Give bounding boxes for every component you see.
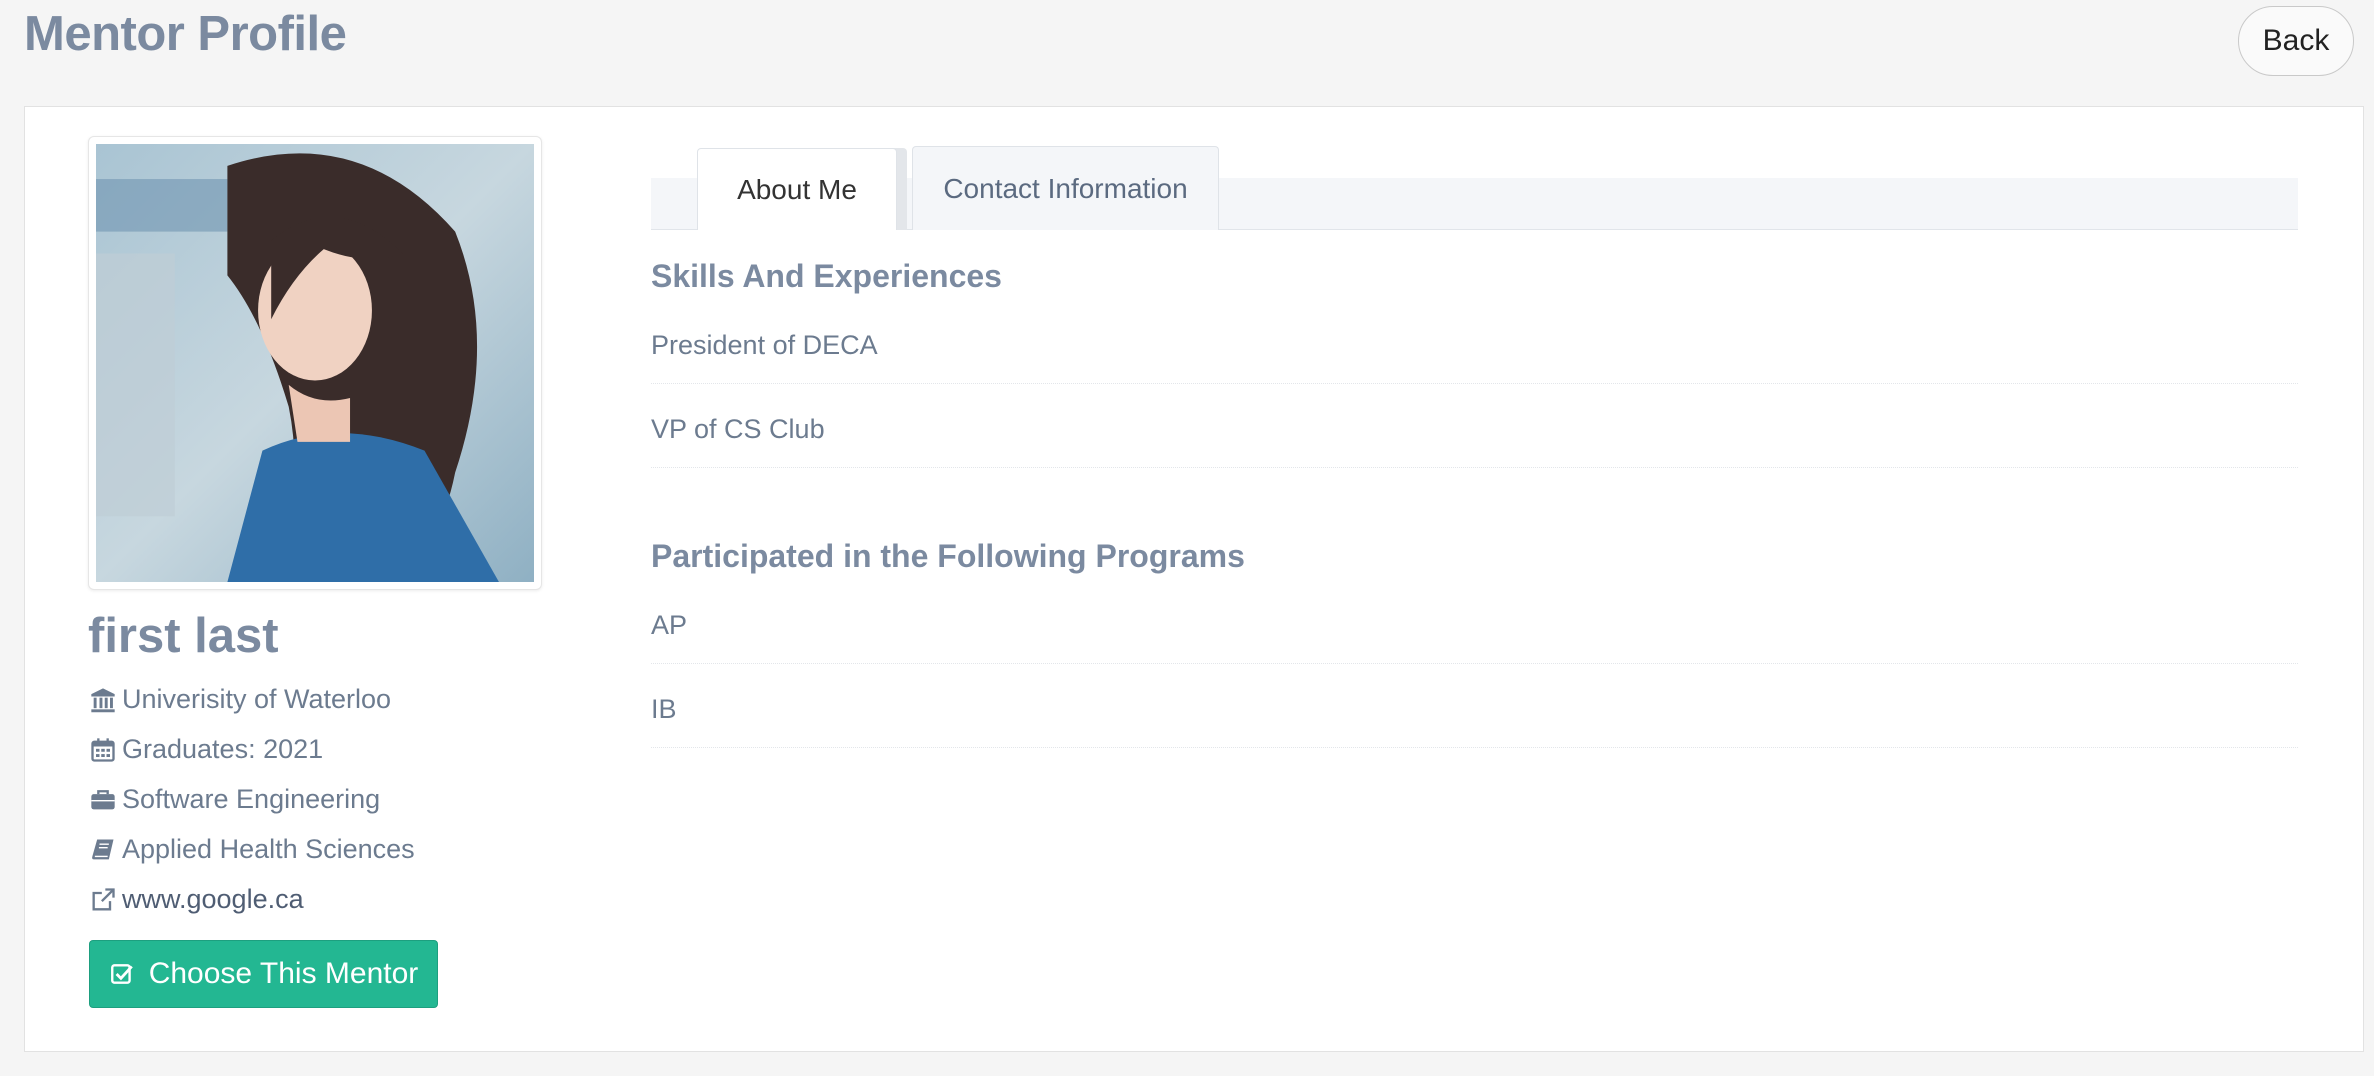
website-row[interactable]: www.google.ca [88,884,304,915]
skills-heading: Skills And Experiences [651,258,1002,294]
graduates-text: Graduates: 2021 [122,734,324,764]
profile-photo [88,136,542,590]
graduates-row: Graduates: 2021 [88,734,323,765]
university-row: Univerisity of Waterloo [88,684,391,715]
check-square-icon [109,961,135,987]
choose-mentor-button[interactable]: Choose This Mentor [89,940,438,1008]
external-link-icon [88,885,118,915]
calendar-icon [88,735,118,765]
back-button[interactable]: Back [2238,6,2354,76]
institution-icon [88,685,118,715]
programs-heading: Participated in the Following Programs [651,538,1245,574]
program-row: Software Engineering [88,784,380,815]
program-item: IB [651,694,2298,748]
tab-contact-information[interactable]: Contact Information [912,146,1219,230]
tab-about-me[interactable]: About Me [697,148,897,230]
university-text: Univerisity of Waterloo [122,684,392,714]
program-text: Software Engineering [122,784,381,814]
page-title: Mentor Profile [24,7,347,61]
skill-item: President of DECA [651,330,2298,384]
website-link[interactable]: www.google.ca [122,884,304,915]
mentor-name: first last [88,609,279,663]
faculty-text: Applied Health Sciences [122,834,415,864]
choose-mentor-label: Choose This Mentor [148,957,419,990]
briefcase-icon [88,785,118,815]
program-item: AP [651,610,2298,664]
profile-photo-image [96,144,534,582]
skill-item: VP of CS Club [651,414,2298,468]
tab-strip [651,178,2298,230]
faculty-row: Applied Health Sciences [88,834,415,865]
book-icon [88,835,118,865]
